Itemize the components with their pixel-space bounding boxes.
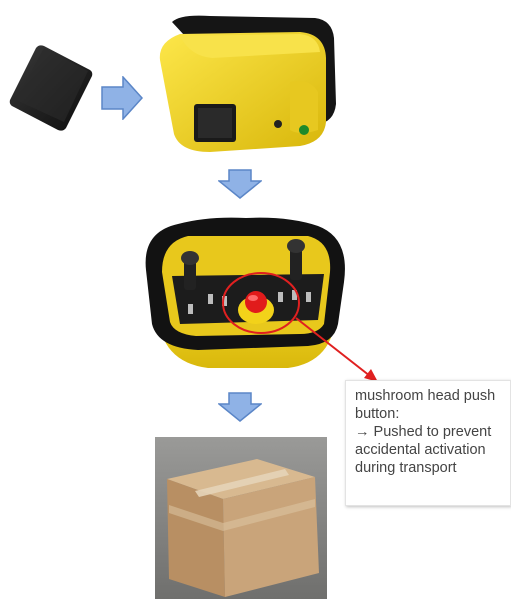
cardboard-box-icon xyxy=(155,437,327,599)
callout-line-5: during transport xyxy=(355,460,457,476)
callout-line-2: button: xyxy=(355,406,400,422)
callout-line-3: → Pushed to prevent xyxy=(355,424,492,440)
callout-box: mushroom head push button: → Pushed to p… xyxy=(345,380,511,506)
callout-line-4: accidental activation xyxy=(355,442,486,458)
callout-line-1: mushroom head push xyxy=(355,388,496,404)
arrow-down-icon xyxy=(218,392,262,422)
